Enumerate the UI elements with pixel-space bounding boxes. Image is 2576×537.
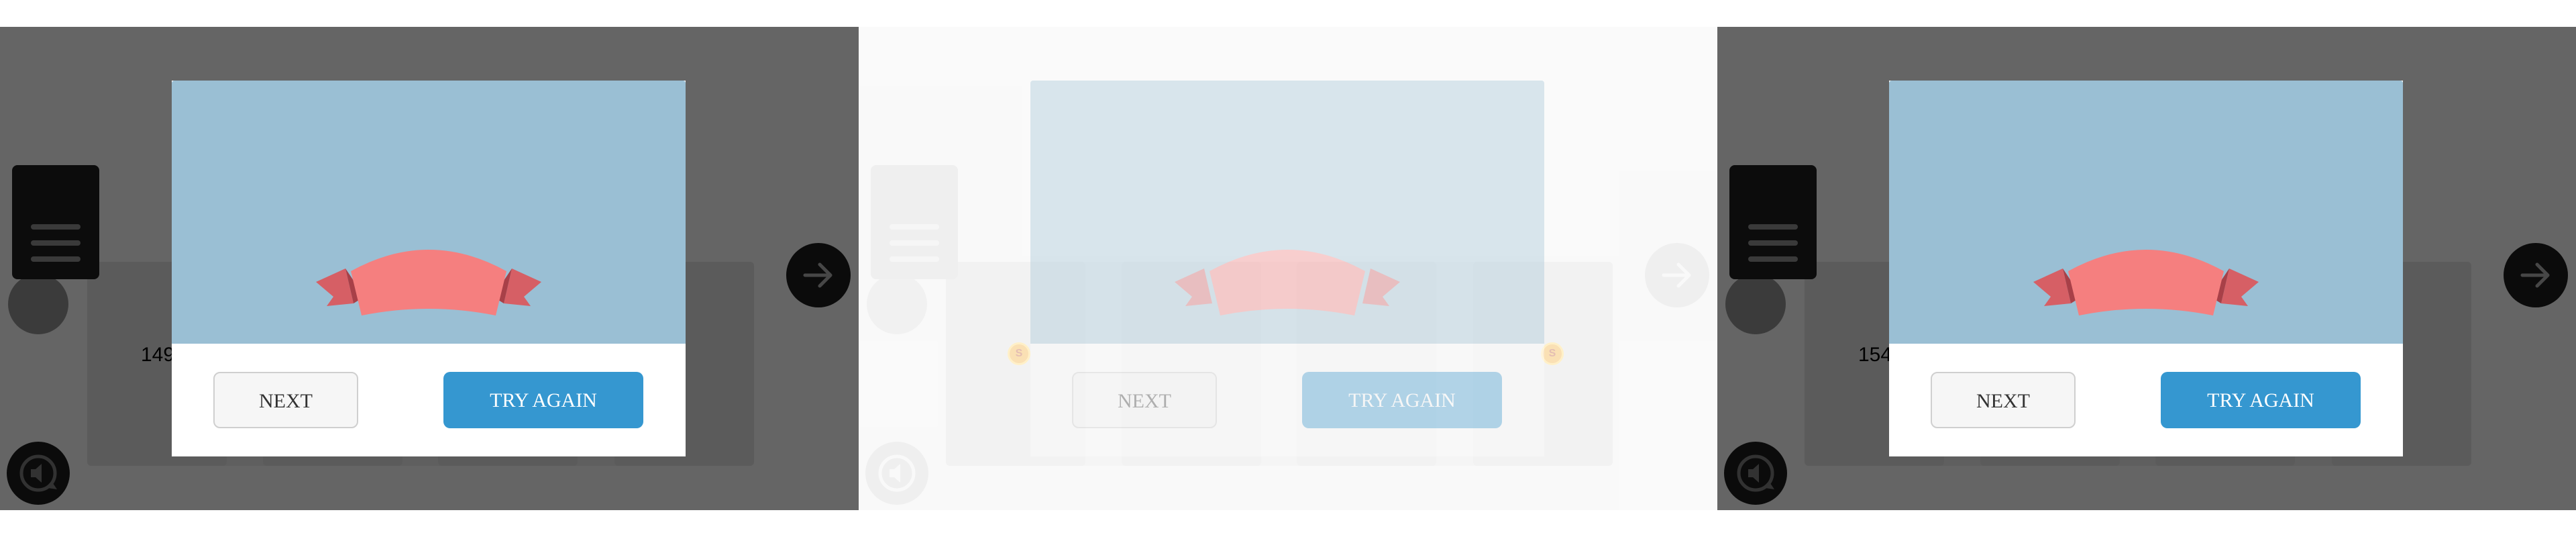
try-again-button[interactable]: TRY AGAIN	[2161, 372, 2361, 428]
dialog-header	[172, 81, 686, 344]
try-again-button[interactable]: TRY AGAIN	[443, 372, 643, 428]
game-panel-3: 154 9 NEXT TRY AGA	[1717, 27, 2576, 510]
ribbon-banner-icon	[316, 250, 541, 315]
next-button[interactable]: NEXT	[1931, 372, 2076, 428]
ribbon-banner-icon	[2033, 250, 2259, 315]
try-again-button[interactable]: TRY AGAIN	[1302, 372, 1502, 428]
result-dialog: NEXT TRY AGAIN	[1030, 81, 1544, 456]
next-button[interactable]: NEXT	[1072, 372, 1217, 428]
dialog-header	[1030, 81, 1544, 344]
result-dialog: NEXT TRY AGAIN	[172, 81, 686, 456]
dialog-header	[1889, 81, 2403, 344]
game-panel-1: 149 5 NEXT TRY AGA	[0, 27, 859, 510]
result-dialog: NEXT TRY AGAIN	[1889, 81, 2403, 456]
next-button[interactable]: NEXT	[213, 372, 358, 428]
game-panel-2: S S NEXT TRY AGAIN	[859, 27, 1717, 510]
ribbon-banner-icon	[1175, 250, 1400, 315]
